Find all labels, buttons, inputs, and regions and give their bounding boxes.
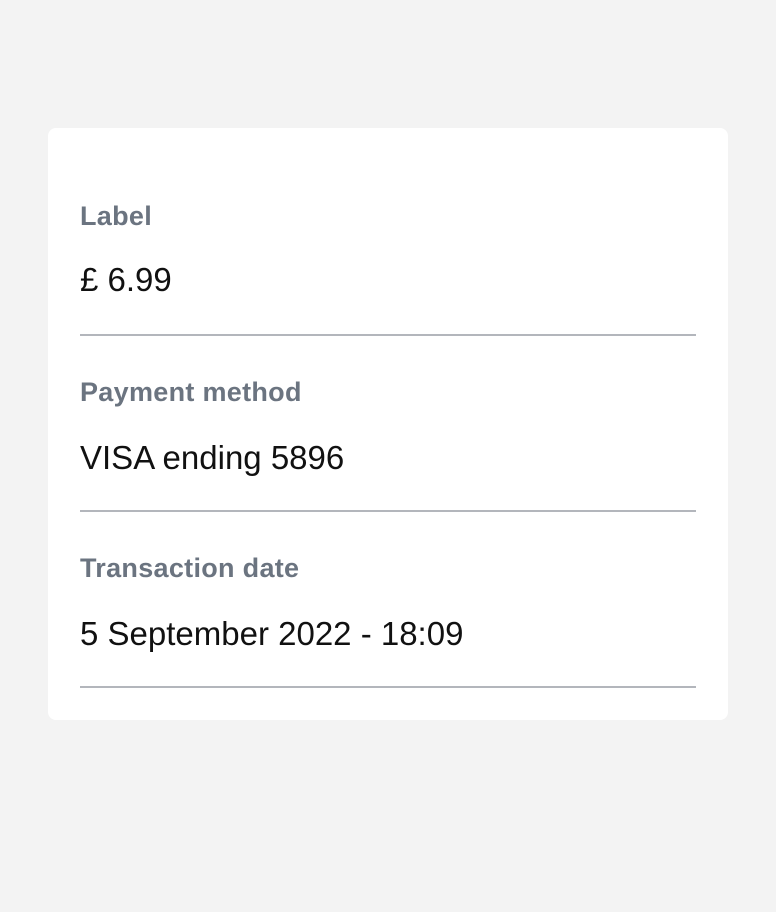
payment-method-value: VISA ending 5896 [80,439,345,476]
detail-row-amount: Label £ 6.99 [80,128,696,336]
amount-value: £ 6.99 [80,261,172,298]
transaction-date-value: 5 September 2022 - 18:09 [80,615,464,652]
detail-row-payment-method: Payment method VISA ending 5896 [80,336,696,512]
payment-method-label: Payment method [80,377,302,407]
transaction-date-label: Transaction date [80,553,300,583]
detail-row-transaction-date: Transaction date 5 September 2022 - 18:0… [80,512,696,688]
amount-label: Label [80,201,153,231]
transaction-details-card: Label £ 6.99 Payment method VISA ending … [48,128,728,720]
